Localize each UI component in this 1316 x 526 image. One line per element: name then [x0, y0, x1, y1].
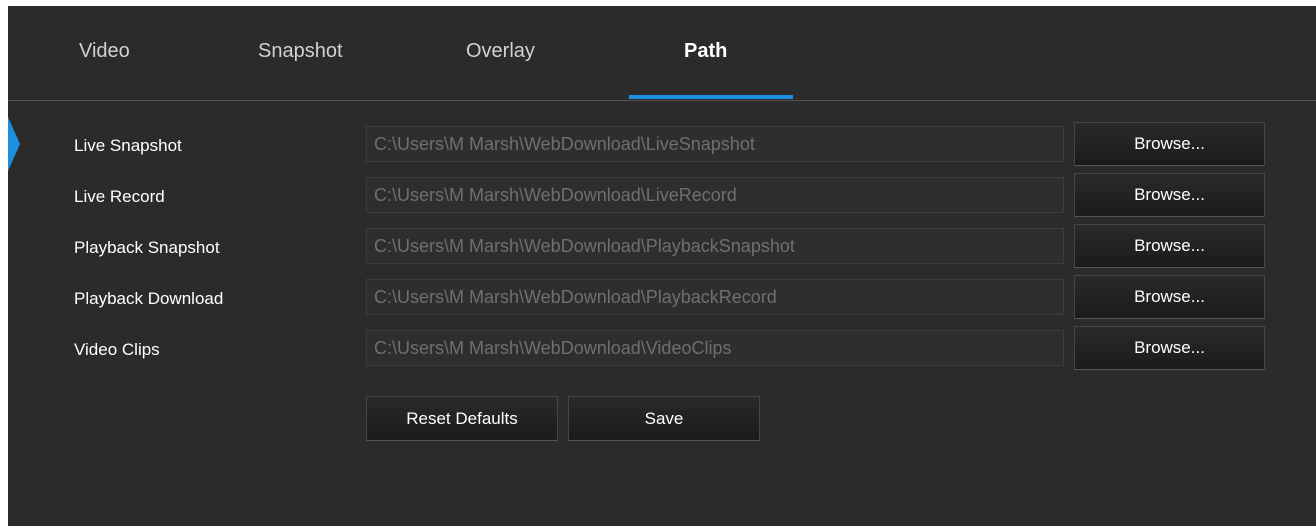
- video-clips-path-field[interactable]: [366, 330, 1064, 366]
- tab-video[interactable]: Video: [79, 40, 130, 63]
- playback-snapshot-label: Playback Snapshot: [74, 238, 220, 257]
- live-snapshot-path-field[interactable]: [366, 126, 1064, 162]
- active-tab-indicator: [629, 95, 793, 99]
- video-clips-label: Video Clips: [74, 340, 160, 359]
- playback-snapshot-browse-button[interactable]: Browse...: [1074, 224, 1265, 268]
- side-arrow-icon: [8, 117, 20, 171]
- tab-bar: Video Snapshot Overlay Path: [8, 6, 1316, 101]
- settings-panel: Video Snapshot Overlay Path Live Snapsho…: [8, 6, 1316, 526]
- live-snapshot-browse-button[interactable]: Browse...: [1074, 122, 1265, 166]
- live-record-label: Live Record: [74, 187, 165, 206]
- reset-defaults-button[interactable]: Reset Defaults: [366, 396, 558, 441]
- tab-overlay[interactable]: Overlay: [466, 40, 535, 63]
- tab-divider: [8, 100, 1316, 101]
- tab-path[interactable]: Path: [684, 40, 727, 63]
- tab-snapshot[interactable]: Snapshot: [258, 40, 343, 63]
- live-snapshot-label: Live Snapshot: [74, 136, 182, 155]
- live-record-browse-button[interactable]: Browse...: [1074, 173, 1265, 217]
- live-record-path-field[interactable]: [366, 177, 1064, 213]
- video-clips-browse-button[interactable]: Browse...: [1074, 326, 1265, 370]
- playback-download-browse-button[interactable]: Browse...: [1074, 275, 1265, 319]
- playback-download-label: Playback Download: [74, 289, 224, 308]
- save-button[interactable]: Save: [568, 396, 760, 441]
- playback-snapshot-path-field[interactable]: [366, 228, 1064, 264]
- playback-download-path-field[interactable]: [366, 279, 1064, 315]
